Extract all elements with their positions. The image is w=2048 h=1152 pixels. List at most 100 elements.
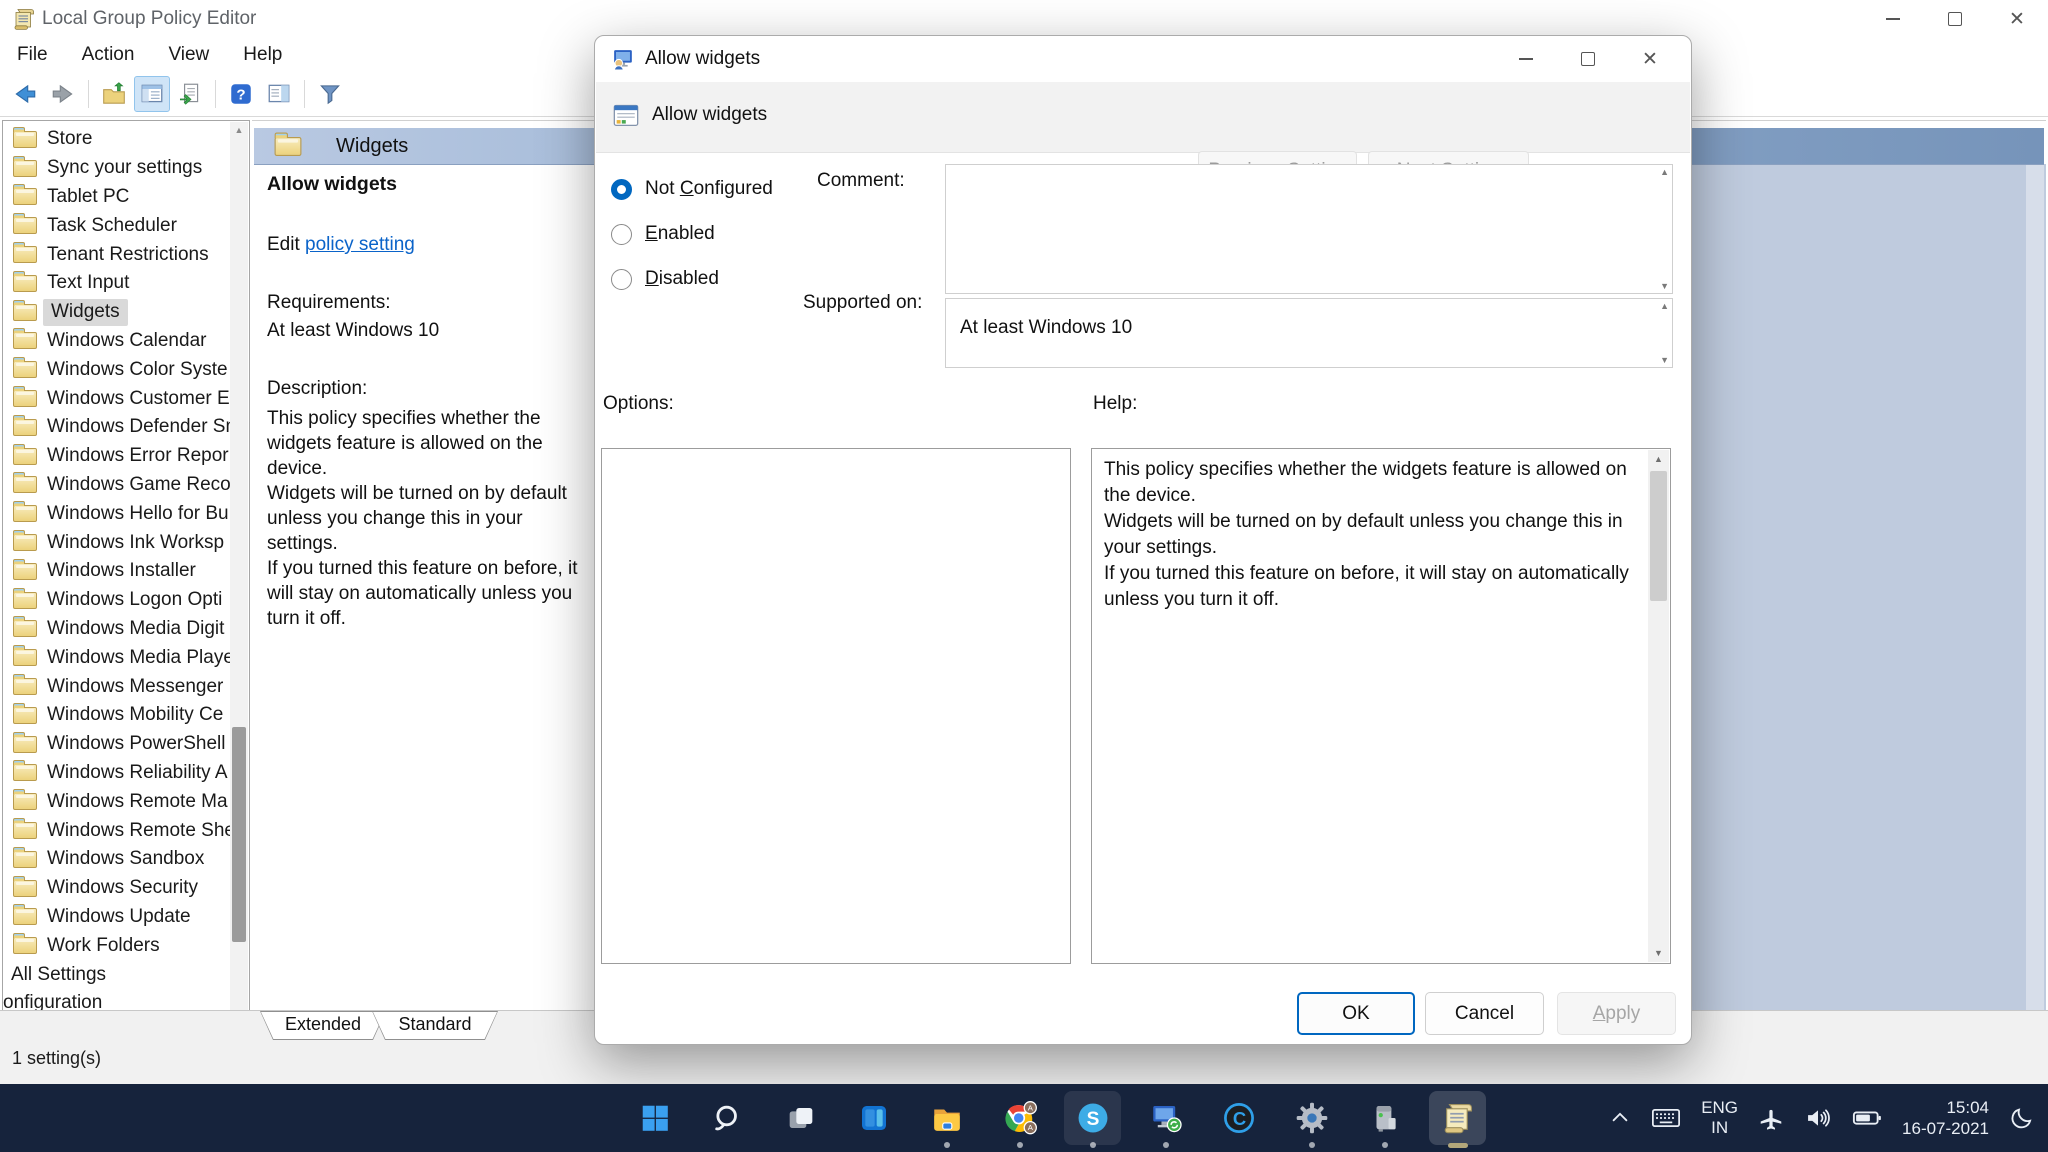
settings-icon[interactable]	[1275, 1084, 1348, 1152]
scroll-up-icon[interactable]: ▲	[230, 125, 248, 135]
tree-item[interactable]: Windows Media Playe	[3, 643, 233, 672]
tree-item[interactable]: Windows Error Repor	[3, 442, 233, 471]
tree-item[interactable]: Windows Installer	[3, 557, 233, 586]
tree-item[interactable]: Windows Ink Worksp	[3, 528, 233, 557]
close-button[interactable]: ✕	[1986, 0, 2048, 38]
remote-desktop-icon[interactable]	[1129, 1084, 1202, 1152]
supported-on-box[interactable]: At least Windows 10 ▲ ▼	[945, 298, 1673, 368]
file-explorer-icon[interactable]	[910, 1084, 983, 1152]
edit-policy-setting-link[interactable]: policy setting	[305, 234, 415, 255]
tree-item[interactable]: Windows Remote Ma	[3, 787, 233, 816]
start-icon[interactable]	[618, 1084, 691, 1152]
tree-item[interactable]: Windows Remote She	[3, 816, 233, 845]
tree-item[interactable]: Windows Hello for Bu	[3, 499, 233, 528]
tree-item[interactable]: Tenant Restrictions	[3, 240, 233, 269]
dialog-close-button[interactable]: ✕	[1619, 36, 1681, 82]
tree-item[interactable]: Windows Sandbox	[3, 845, 233, 874]
help-scrollbar[interactable]: ▲ ▼	[1648, 450, 1669, 962]
export-list-icon[interactable]	[172, 76, 208, 112]
dialog-maximize-button[interactable]	[1557, 36, 1619, 82]
tree-item[interactable]: Windows Media Digit	[3, 615, 233, 644]
tree-item[interactable]: Windows Update	[3, 903, 233, 932]
tree-item[interactable]: Windows Logon Opti	[3, 586, 233, 615]
touch-keyboard-icon[interactable]	[1644, 1084, 1688, 1152]
cancel-button[interactable]: Cancel	[1425, 992, 1544, 1035]
comment-input[interactable]: ▲ ▼	[945, 164, 1673, 294]
chrome-icon[interactable]: AA	[983, 1084, 1056, 1152]
tree-item[interactable]: Windows Defender Sm	[3, 413, 233, 442]
language-indicator[interactable]: ENGIN	[1694, 1084, 1745, 1152]
tree-item[interactable]: Windows Calendar	[3, 327, 233, 356]
maximize-button[interactable]	[1924, 0, 1986, 38]
show-console-tree-icon[interactable]	[134, 76, 170, 112]
radio-icon[interactable]	[611, 269, 632, 290]
settings-list-scrollbar[interactable]	[2026, 164, 2044, 1011]
clock[interactable]: 15:0416-07-2021	[1895, 1084, 1996, 1152]
help-icon[interactable]: ?	[223, 76, 259, 112]
skype-icon[interactable]: S	[1056, 1084, 1129, 1152]
tree-item[interactable]: Windows Game Recor	[3, 471, 233, 500]
help-text: This policy specifies whether the widget…	[1104, 457, 1636, 613]
tree-item[interactable]: Work Folders	[3, 931, 233, 960]
task-view-icon[interactable]	[764, 1084, 837, 1152]
ok-button[interactable]: OK	[1297, 992, 1415, 1035]
tree-item[interactable]: Tablet PC	[3, 183, 233, 212]
scroll-down-icon[interactable]: ▼	[1660, 355, 1669, 365]
radio-enabled[interactable]: Enabled	[611, 222, 715, 246]
search-icon[interactable]	[691, 1084, 764, 1152]
tree-item[interactable]: Text Input	[3, 269, 233, 298]
tree-item[interactable]: Widgets	[3, 298, 233, 327]
scroll-up-icon[interactable]: ▲	[1648, 454, 1669, 464]
tree-item[interactable]: Windows Mobility Ce	[3, 701, 233, 730]
radio-selected-icon[interactable]	[611, 179, 632, 200]
apply-button[interactable]: Apply	[1557, 992, 1676, 1035]
menu-help[interactable]: Help	[226, 44, 299, 66]
radio-disabled[interactable]: Disabled	[611, 267, 719, 291]
tree-item[interactable]: Windows PowerShell	[3, 730, 233, 759]
tab-standard[interactable]: Standard	[372, 1011, 498, 1040]
scroll-up-icon[interactable]: ▲	[1660, 167, 1669, 177]
tree-scrollbar-thumb[interactable]	[232, 727, 246, 942]
tree-item[interactable]: Windows Color Syste	[3, 355, 233, 384]
scroll-down-icon[interactable]: ▼	[1660, 281, 1669, 291]
dialog-minimize-button[interactable]	[1495, 36, 1557, 82]
up-one-level-icon[interactable]	[96, 76, 132, 112]
tree-item[interactable]: Windows Reliability A	[3, 759, 233, 788]
radio-icon[interactable]	[611, 224, 632, 245]
device-icon[interactable]	[1348, 1084, 1421, 1152]
tree-item[interactable]: All Settings	[3, 960, 233, 989]
menu-action[interactable]: Action	[65, 44, 152, 66]
forward-icon[interactable]	[45, 76, 81, 112]
scroll-up-icon[interactable]: ▲	[1660, 301, 1669, 311]
minimize-icon	[1519, 58, 1533, 60]
tree-vertical-scrollbar[interactable]: ▲ ▼	[230, 122, 248, 1023]
focus-assist-moon-icon[interactable]	[2002, 1084, 2042, 1152]
menu-file[interactable]: File	[0, 44, 65, 66]
widgets-icon[interactable]	[837, 1084, 910, 1152]
ccleaner-icon[interactable]: C	[1202, 1084, 1275, 1152]
tray-chevron-up-icon[interactable]	[1602, 1084, 1638, 1152]
tree-item[interactable]: Windows Security	[3, 874, 233, 903]
battery-icon[interactable]	[1845, 1084, 1889, 1152]
tree-item[interactable]: Store	[3, 125, 233, 154]
help-scrollbar-thumb[interactable]	[1650, 471, 1667, 601]
show-extended-pane-icon[interactable]	[261, 76, 297, 112]
minimize-button[interactable]	[1862, 0, 1924, 38]
radio-not-configured[interactable]: Not Configured	[611, 177, 773, 201]
folder-icon	[13, 592, 37, 609]
tree-item[interactable]: Task Scheduler	[3, 211, 233, 240]
tree-item[interactable]: Windows Customer E	[3, 384, 233, 413]
filter-icon[interactable]	[312, 76, 348, 112]
dialog-titlebar: Allow widgets ✕	[595, 36, 1691, 82]
minimize-icon	[1886, 18, 1900, 20]
back-icon[interactable]	[7, 76, 43, 112]
menu-view[interactable]: View	[151, 44, 226, 66]
folder-icon	[13, 764, 37, 781]
tree-item[interactable]: Sync your settings	[3, 154, 233, 183]
tree-item[interactable]: Windows Messenger	[3, 672, 233, 701]
scroll-down-icon[interactable]: ▼	[1648, 948, 1669, 958]
airplane-mode-icon[interactable]	[1751, 1084, 1791, 1152]
group-policy-editor-icon[interactable]	[1421, 1084, 1494, 1152]
volume-icon[interactable]	[1797, 1084, 1839, 1152]
tab-extended[interactable]: Extended	[260, 1011, 386, 1040]
